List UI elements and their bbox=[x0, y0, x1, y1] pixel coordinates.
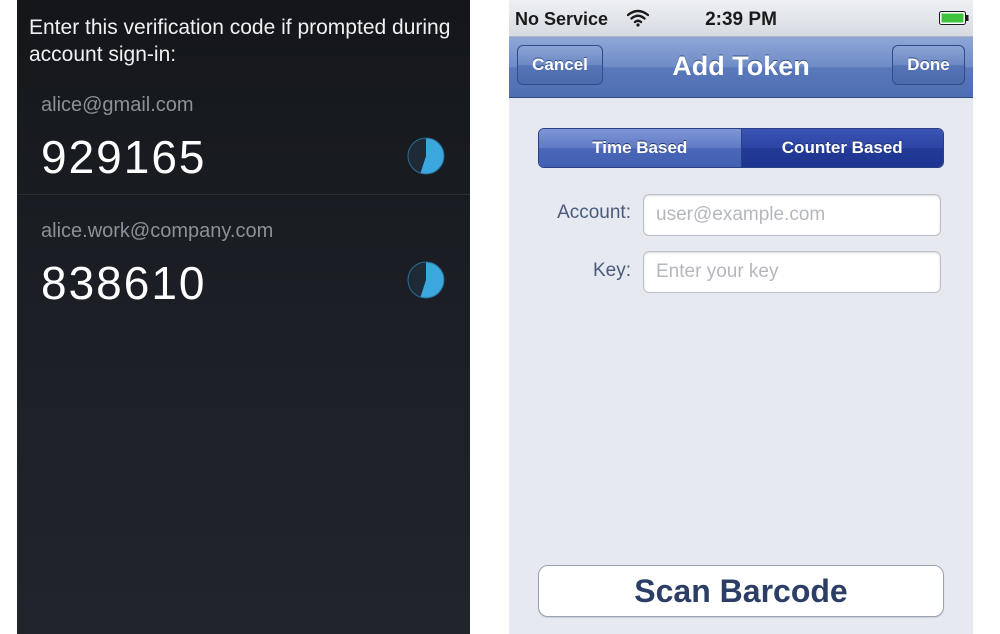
done-button[interactable]: Done bbox=[892, 45, 965, 85]
account-entry[interactable]: alice@gmail.com 929165 bbox=[17, 80, 470, 195]
add-token-form: Time Based Counter Based Account: Key: S… bbox=[509, 98, 973, 634]
ios-add-token-screen: No Service 2:39 PM Cancel Add Token Done… bbox=[509, 0, 973, 634]
account-entry[interactable]: alice.work@company.com 838610 bbox=[17, 196, 470, 320]
account-label: Account: bbox=[557, 202, 631, 223]
status-bar: No Service 2:39 PM bbox=[509, 0, 973, 37]
countdown-timer-icon bbox=[407, 137, 445, 175]
account-input[interactable] bbox=[643, 194, 941, 236]
key-label: Key: bbox=[592, 260, 631, 281]
verification-code: 929165 bbox=[41, 131, 207, 183]
scan-barcode-button[interactable]: Scan Barcode bbox=[538, 565, 944, 617]
account-email: alice.work@company.com bbox=[41, 220, 274, 242]
token-type-segmented-control: Time Based Counter Based bbox=[538, 128, 944, 168]
battery-icon bbox=[939, 11, 969, 25]
account-email: alice@gmail.com bbox=[41, 94, 194, 116]
key-input[interactable] bbox=[643, 251, 941, 293]
navigation-bar: Cancel Add Token Done bbox=[509, 37, 973, 98]
countdown-timer-icon bbox=[407, 261, 445, 299]
status-time: 2:39 PM bbox=[705, 9, 777, 30]
verification-code: 838610 bbox=[41, 257, 207, 309]
android-authenticator-screen: Enter this verification code if prompted… bbox=[17, 0, 470, 634]
verification-instructions: Enter this verification code if prompted… bbox=[29, 16, 451, 66]
counter-based-segment[interactable]: Counter Based bbox=[741, 129, 943, 167]
time-based-segment[interactable]: Time Based bbox=[539, 129, 742, 167]
